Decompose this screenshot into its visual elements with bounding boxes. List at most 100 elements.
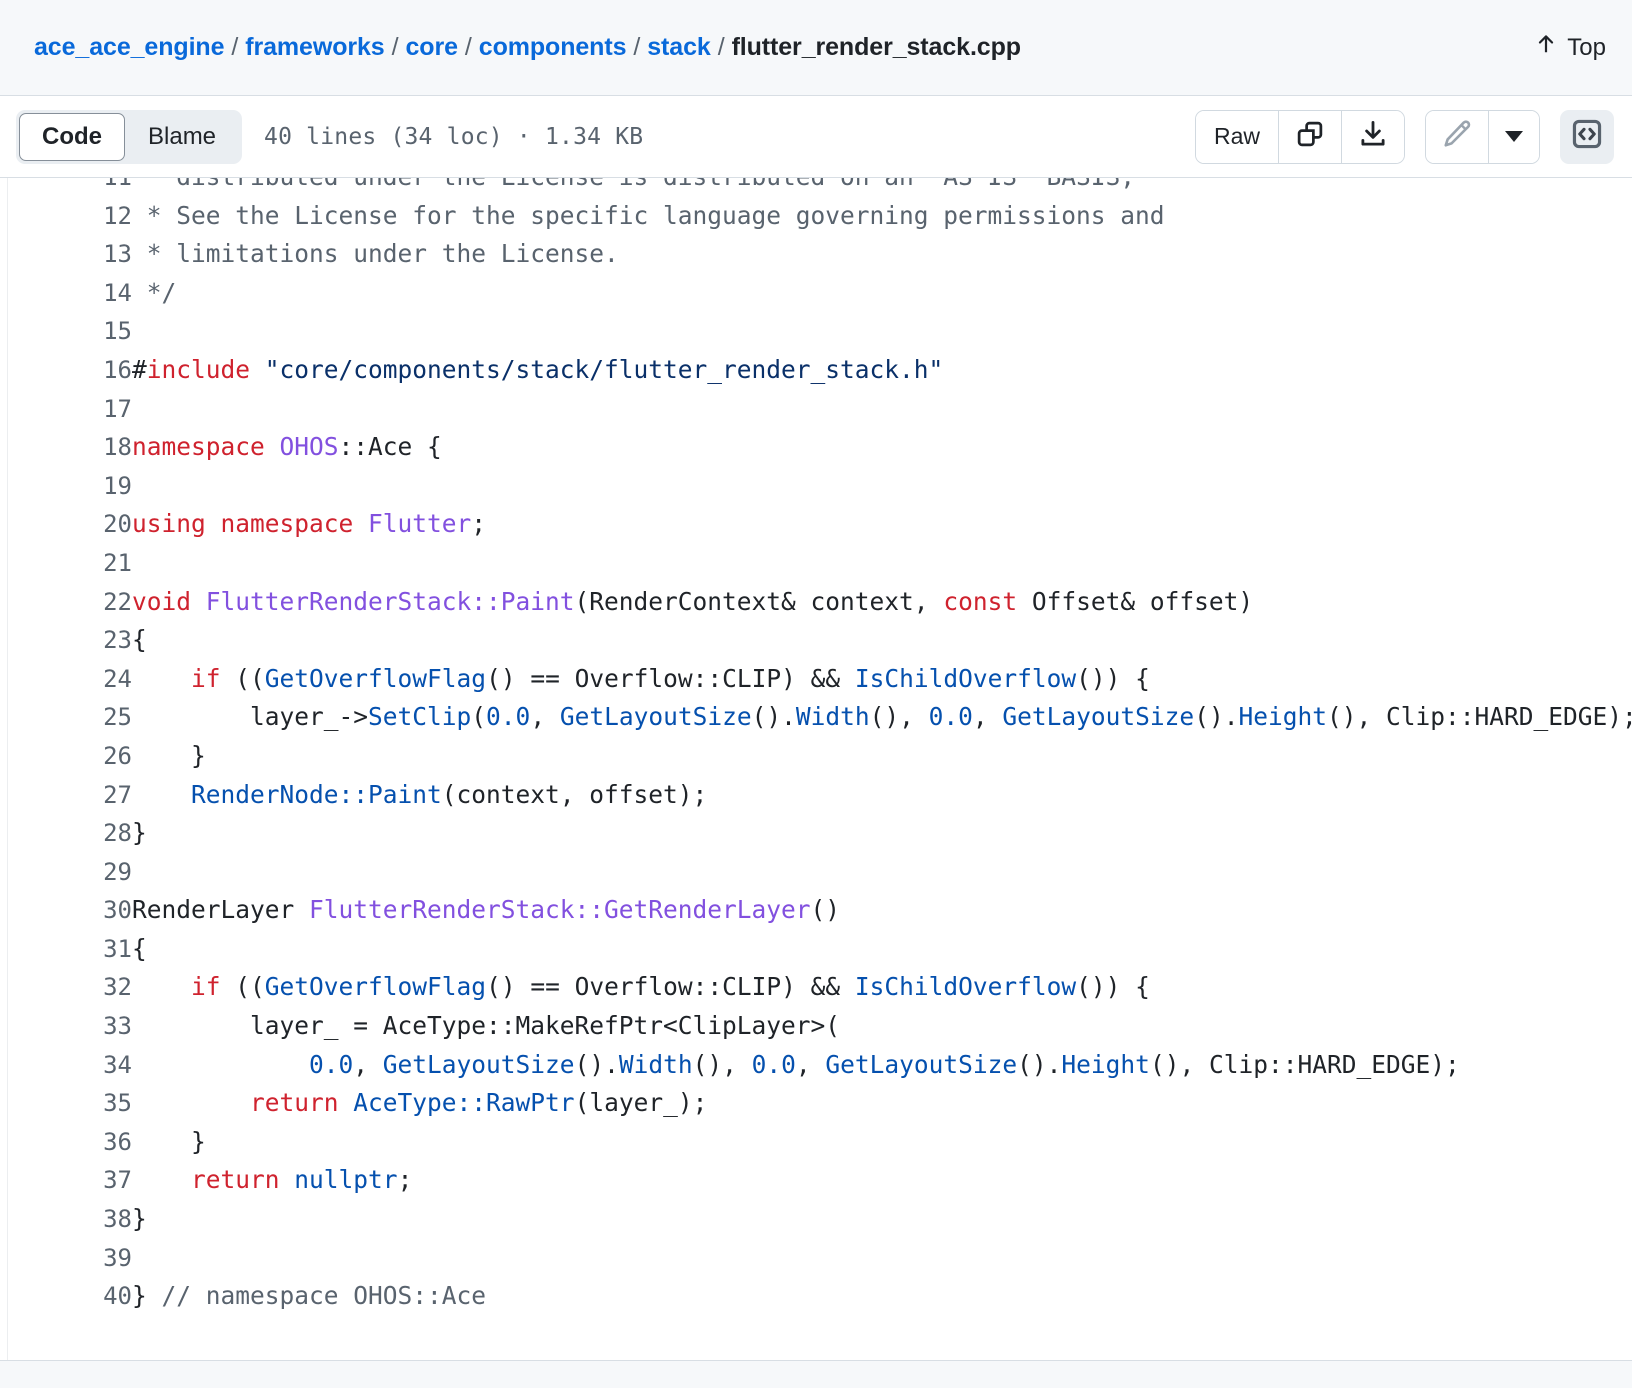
line-number[interactable]: 18 <box>0 428 132 467</box>
line-content[interactable]: } <box>132 1200 1632 1239</box>
code-token: RenderLayer <box>132 895 310 925</box>
code-token: return <box>250 1088 339 1118</box>
breadcrumb-link-0[interactable]: ace_ace_engine <box>34 33 225 62</box>
code-token: Height <box>1061 1049 1150 1079</box>
line-number[interactable]: 25 <box>0 698 132 737</box>
line-content[interactable]: * distributed under the License is distr… <box>132 178 1632 197</box>
code-token: ( <box>471 702 487 732</box>
line-content[interactable]: * limitations under the License. <box>132 235 1632 274</box>
code-token: } <box>132 740 206 770</box>
line-number[interactable]: 35 <box>0 1084 132 1123</box>
line-number[interactable]: 13 <box>0 235 132 274</box>
code-token: () == Overflow::CLIP) && <box>486 972 855 1002</box>
line-content[interactable]: if ((GetOverflowFlag() == Overflow::CLIP… <box>132 660 1632 699</box>
code-line: 17 <box>0 390 1632 429</box>
line-content[interactable]: RenderLayer FlutterRenderStack::GetRende… <box>132 891 1632 930</box>
line-content[interactable]: using namespace Flutter; <box>132 505 1632 544</box>
line-number[interactable]: 38 <box>0 1200 132 1239</box>
line-number[interactable]: 37 <box>0 1161 132 1200</box>
code-line: 29 <box>0 853 1632 892</box>
code-line: 26 } <box>0 737 1632 776</box>
code-token: namespace <box>132 432 265 462</box>
line-content[interactable]: return AceType::RawPtr(layer_); <box>132 1084 1632 1123</box>
line-number[interactable]: 26 <box>0 737 132 776</box>
code-line: 39 <box>0 1239 1632 1278</box>
line-number[interactable]: 28 <box>0 814 132 853</box>
line-content[interactable]: void FlutterRenderStack::Paint(RenderCon… <box>132 583 1632 622</box>
line-number[interactable]: 22 <box>0 583 132 622</box>
breadcrumb-link-3[interactable]: components <box>479 33 627 62</box>
line-number[interactable]: 29 <box>0 853 132 892</box>
line-content[interactable]: return nullptr; <box>132 1161 1632 1200</box>
line-content[interactable]: * See the License for the specific langu… <box>132 197 1632 236</box>
back-to-top-link[interactable]: Top <box>1535 31 1606 64</box>
line-content[interactable]: layer_ = AceType::MakeRefPtr<ClipLayer>( <box>132 1007 1632 1046</box>
line-number[interactable]: 31 <box>0 930 132 969</box>
line-number[interactable]: 19 <box>0 467 132 506</box>
line-content[interactable]: 0.0, GetLayoutSize().Width(), 0.0, GetLa… <box>132 1046 1632 1085</box>
line-number[interactable]: 30 <box>0 891 132 930</box>
line-number[interactable]: 36 <box>0 1123 132 1162</box>
line-content[interactable]: #include "core/components/stack/flutter_… <box>132 351 1632 390</box>
line-number[interactable]: 33 <box>0 1007 132 1046</box>
line-content[interactable]: } // namespace OHOS::Ace <box>132 1277 1632 1316</box>
breadcrumb-link-1[interactable]: frameworks <box>245 33 384 62</box>
breadcrumb-link-2[interactable]: core <box>405 33 458 62</box>
line-number[interactable]: 21 <box>0 544 132 583</box>
line-content[interactable] <box>132 390 1632 429</box>
line-content[interactable] <box>132 1239 1632 1278</box>
code-footer-strip <box>0 1360 1632 1388</box>
code-viewer[interactable]: 11 * distributed under the License is di… <box>0 178 1632 1388</box>
symbols-panel-toggle[interactable] <box>1560 109 1614 164</box>
line-number[interactable]: 34 <box>0 1046 132 1085</box>
copy-raw-contents-button[interactable] <box>1279 110 1342 163</box>
line-number[interactable]: 14 <box>0 274 132 313</box>
line-number[interactable]: 11 <box>0 178 132 197</box>
line-number[interactable]: 27 <box>0 776 132 815</box>
code-token: GetOverflowFlag <box>264 663 487 693</box>
line-number[interactable]: 12 <box>0 197 132 236</box>
line-content[interactable] <box>132 467 1632 506</box>
line-number[interactable]: 16 <box>0 351 132 390</box>
code-token: FlutterRenderStack::GetRenderLayer <box>309 895 811 925</box>
line-content[interactable]: { <box>132 930 1632 969</box>
line-content[interactable]: } <box>132 814 1632 853</box>
line-number[interactable]: 17 <box>0 390 132 429</box>
code-table: 11 * distributed under the License is di… <box>0 178 1632 1316</box>
file-meta-text: 40 lines (34 loc) · 1.34 KB <box>264 123 644 150</box>
tab-blame[interactable]: Blame <box>125 113 239 161</box>
line-number[interactable]: 40 <box>0 1277 132 1316</box>
code-token: , <box>530 702 560 732</box>
line-content[interactable] <box>132 544 1632 583</box>
line-content[interactable]: } <box>132 737 1632 776</box>
raw-button[interactable]: Raw <box>1195 110 1279 163</box>
line-content[interactable]: { <box>132 621 1632 660</box>
code-line: 36 } <box>0 1123 1632 1162</box>
code-token: } <box>132 1281 162 1311</box>
code-token: (RenderContext& context, <box>574 586 944 616</box>
line-number[interactable]: 23 <box>0 621 132 660</box>
edit-file-button[interactable] <box>1426 110 1489 163</box>
line-number[interactable]: 32 <box>0 968 132 1007</box>
line-content[interactable]: if ((GetOverflowFlag() == Overflow::CLIP… <box>132 968 1632 1007</box>
line-content[interactable]: } <box>132 1123 1632 1162</box>
code-token: (( <box>220 663 265 693</box>
breadcrumb-link-4[interactable]: stack <box>647 33 711 62</box>
line-content[interactable]: */ <box>132 274 1632 313</box>
line-content[interactable]: namespace OHOS::Ace { <box>132 428 1632 467</box>
line-content[interactable]: RenderNode::Paint(context, offset); <box>132 776 1632 815</box>
download-raw-file-button[interactable] <box>1342 110 1404 163</box>
line-number[interactable]: 24 <box>0 660 132 699</box>
tab-code[interactable]: Code <box>19 112 125 161</box>
arrow-up-icon <box>1535 31 1557 64</box>
line-number[interactable]: 39 <box>0 1239 132 1278</box>
line-number[interactable]: 20 <box>0 505 132 544</box>
line-number[interactable]: 15 <box>0 312 132 351</box>
code-token: GetLayoutSize <box>825 1049 1018 1079</box>
line-content[interactable] <box>132 853 1632 892</box>
edit-file-dropdown-button[interactable] <box>1489 110 1539 163</box>
line-content[interactable] <box>132 312 1632 351</box>
code-token: Flutter <box>368 509 472 539</box>
line-content[interactable]: layer_->SetClip(0.0, GetLayoutSize().Wid… <box>132 698 1632 737</box>
